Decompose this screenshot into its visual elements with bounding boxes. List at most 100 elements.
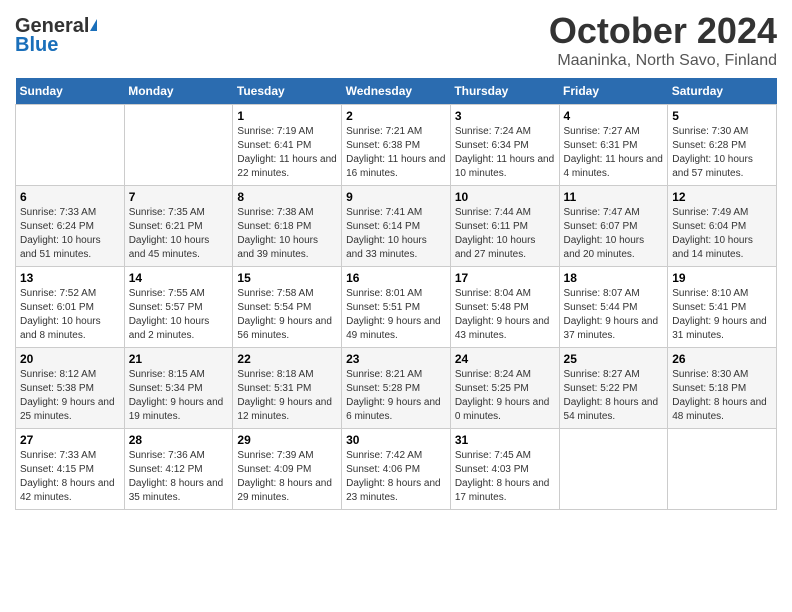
table-row: 11Sunrise: 7:47 AMSunset: 6:07 PMDayligh… — [559, 186, 668, 267]
day-number: 14 — [129, 271, 229, 285]
day-detail: Sunrise: 7:39 AMSunset: 4:09 PMDaylight:… — [237, 449, 337, 505]
day-number: 5 — [672, 109, 772, 123]
header-thursday: Thursday — [450, 78, 559, 105]
header-wednesday: Wednesday — [342, 78, 451, 105]
day-number: 15 — [237, 271, 337, 285]
day-detail: Sunrise: 7:49 AMSunset: 6:04 PMDaylight:… — [672, 206, 772, 262]
day-detail: Sunrise: 7:42 AMSunset: 4:06 PMDaylight:… — [346, 449, 446, 505]
day-number: 19 — [672, 271, 772, 285]
day-number: 21 — [129, 352, 229, 366]
header-tuesday: Tuesday — [233, 78, 342, 105]
day-number: 31 — [455, 433, 555, 447]
day-number: 29 — [237, 433, 337, 447]
day-number: 9 — [346, 190, 446, 204]
day-detail: Sunrise: 8:18 AMSunset: 5:31 PMDaylight:… — [237, 368, 337, 424]
day-number: 24 — [455, 352, 555, 366]
table-row: 31 Sunrise: 7:45 AMSunset: 4:03 PMDayligh… — [450, 429, 559, 510]
header-sunday: Sunday — [16, 78, 125, 105]
day-detail: Sunrise: 8:07 AMSunset: 5:44 PMDaylight:… — [564, 287, 664, 343]
day-detail: Sunrise: 7:44 AMSunset: 6:11 PMDaylight:… — [455, 206, 555, 262]
table-row: 12 Sunrise: 7:49 AMSunset: 6:04 PMDayligh… — [668, 186, 777, 267]
calendar-week-row: 1Sunrise: 7:19 AMSunset: 6:41 PMDaylight… — [16, 105, 777, 186]
month-title: October 2024 — [549, 10, 777, 52]
table-row: 8 Sunrise: 7:38 AMSunset: 6:18 PMDaylight… — [233, 186, 342, 267]
day-number: 2 — [346, 109, 446, 123]
day-detail: Sunrise: 7:21 AMSunset: 6:38 PMDaylight:… — [346, 125, 446, 181]
day-number: 26 — [672, 352, 772, 366]
table-row: 9 Sunrise: 7:41 AMSunset: 6:14 PMDaylight… — [342, 186, 451, 267]
table-row: 15 Sunrise: 7:58 AMSunset: 5:54 PMDayligh… — [233, 267, 342, 348]
header-saturday: Saturday — [668, 78, 777, 105]
day-number: 22 — [237, 352, 337, 366]
table-row: 13Sunrise: 7:52 AMSunset: 6:01 PMDayligh… — [16, 267, 125, 348]
day-number: 27 — [20, 433, 120, 447]
table-row: 3 Sunrise: 7:24 AMSunset: 6:34 PMDaylight… — [450, 105, 559, 186]
day-detail: Sunrise: 7:30 AMSunset: 6:28 PMDaylight:… — [672, 125, 772, 181]
day-number: 16 — [346, 271, 446, 285]
day-detail: Sunrise: 7:58 AMSunset: 5:54 PMDaylight:… — [237, 287, 337, 343]
table-row: 28Sunrise: 7:36 AMSunset: 4:12 PMDayligh… — [124, 429, 233, 510]
header: General Blue October 2024 Maaninka, Nort… — [15, 10, 777, 70]
calendar-header-row: Sunday Monday Tuesday Wednesday Thursday… — [16, 78, 777, 105]
table-row: 18 Sunrise: 8:07 AMSunset: 5:44 PMDayligh… — [559, 267, 668, 348]
title-section: October 2024 Maaninka, North Savo, Finla… — [549, 10, 777, 70]
day-detail: Sunrise: 7:55 AMSunset: 5:57 PMDaylight:… — [129, 287, 229, 343]
table-row: 20Sunrise: 8:12 AMSunset: 5:38 PMDayligh… — [16, 348, 125, 429]
day-detail: Sunrise: 7:35 AMSunset: 6:21 PMDaylight:… — [129, 206, 229, 262]
day-detail: Sunrise: 8:12 AMSunset: 5:38 PMDaylight:… — [20, 368, 120, 424]
table-row — [16, 105, 125, 186]
header-friday: Friday — [559, 78, 668, 105]
day-detail: Sunrise: 8:01 AMSunset: 5:51 PMDaylight:… — [346, 287, 446, 343]
table-row: 19 Sunrise: 8:10 AMSunset: 5:41 PMDayligh… — [668, 267, 777, 348]
table-row: 25 Sunrise: 8:27 AMSunset: 5:22 PMDayligh… — [559, 348, 668, 429]
table-row — [668, 429, 777, 510]
day-detail: Sunrise: 8:10 AMSunset: 5:41 PMDaylight:… — [672, 287, 772, 343]
calendar-table: Sunday Monday Tuesday Wednesday Thursday… — [15, 78, 777, 510]
day-detail: Sunrise: 7:36 AMSunset: 4:12 PMDaylight:… — [129, 449, 229, 505]
table-row: 7 Sunrise: 7:35 AMSunset: 6:21 PMDaylight… — [124, 186, 233, 267]
day-number: 23 — [346, 352, 446, 366]
table-row: 17Sunrise: 8:04 AMSunset: 5:48 PMDayligh… — [450, 267, 559, 348]
table-row: 1Sunrise: 7:19 AMSunset: 6:41 PMDaylight… — [233, 105, 342, 186]
table-row: 27Sunrise: 7:33 AMSunset: 4:15 PMDayligh… — [16, 429, 125, 510]
location-title: Maaninka, North Savo, Finland — [549, 52, 777, 70]
day-detail: Sunrise: 7:41 AMSunset: 6:14 PMDaylight:… — [346, 206, 446, 262]
table-row: 4 Sunrise: 7:27 AMSunset: 6:31 PMDaylight… — [559, 105, 668, 186]
day-detail: Sunrise: 7:38 AMSunset: 6:18 PMDaylight:… — [237, 206, 337, 262]
table-row — [124, 105, 233, 186]
day-number: 30 — [346, 433, 446, 447]
table-row: 2 Sunrise: 7:21 AMSunset: 6:38 PMDaylight… — [342, 105, 451, 186]
calendar-week-row: 20Sunrise: 8:12 AMSunset: 5:38 PMDayligh… — [16, 348, 777, 429]
logo: General Blue — [15, 15, 97, 57]
day-number: 18 — [564, 271, 664, 285]
day-detail: Sunrise: 7:24 AMSunset: 6:34 PMDaylight:… — [455, 125, 555, 181]
table-row: 24Sunrise: 8:24 AMSunset: 5:25 PMDayligh… — [450, 348, 559, 429]
day-detail: Sunrise: 7:27 AMSunset: 6:31 PMDaylight:… — [564, 125, 664, 181]
day-number: 10 — [455, 190, 555, 204]
day-number: 1 — [237, 109, 337, 123]
header-monday: Monday — [124, 78, 233, 105]
table-row: 23 Sunrise: 8:21 AMSunset: 5:28 PMDayligh… — [342, 348, 451, 429]
table-row: 6Sunrise: 7:33 AMSunset: 6:24 PMDaylight… — [16, 186, 125, 267]
day-number: 11 — [564, 190, 664, 204]
day-number: 8 — [237, 190, 337, 204]
table-row: 21Sunrise: 8:15 AMSunset: 5:34 PMDayligh… — [124, 348, 233, 429]
day-number: 13 — [20, 271, 120, 285]
day-number: 3 — [455, 109, 555, 123]
day-detail: Sunrise: 8:04 AMSunset: 5:48 PMDaylight:… — [455, 287, 555, 343]
table-row: 16 Sunrise: 8:01 AMSunset: 5:51 PMDayligh… — [342, 267, 451, 348]
calendar-week-row: 27Sunrise: 7:33 AMSunset: 4:15 PMDayligh… — [16, 429, 777, 510]
day-number: 7 — [129, 190, 229, 204]
day-number: 12 — [672, 190, 772, 204]
day-detail: Sunrise: 7:45 AMSunset: 4:03 PMDaylight:… — [455, 449, 555, 505]
table-row — [559, 429, 668, 510]
table-row: 10 Sunrise: 7:44 AMSunset: 6:11 PMDayligh… — [450, 186, 559, 267]
logo-icon — [90, 19, 97, 31]
table-row: 26Sunrise: 8:30 AMSunset: 5:18 PMDayligh… — [668, 348, 777, 429]
day-number: 25 — [564, 352, 664, 366]
day-detail: Sunrise: 8:27 AMSunset: 5:22 PMDaylight:… — [564, 368, 664, 424]
day-number: 6 — [20, 190, 120, 204]
table-row: 29 Sunrise: 7:39 AMSunset: 4:09 PMDayligh… — [233, 429, 342, 510]
day-detail: Sunrise: 8:21 AMSunset: 5:28 PMDaylight:… — [346, 368, 446, 424]
day-number: 4 — [564, 109, 664, 123]
